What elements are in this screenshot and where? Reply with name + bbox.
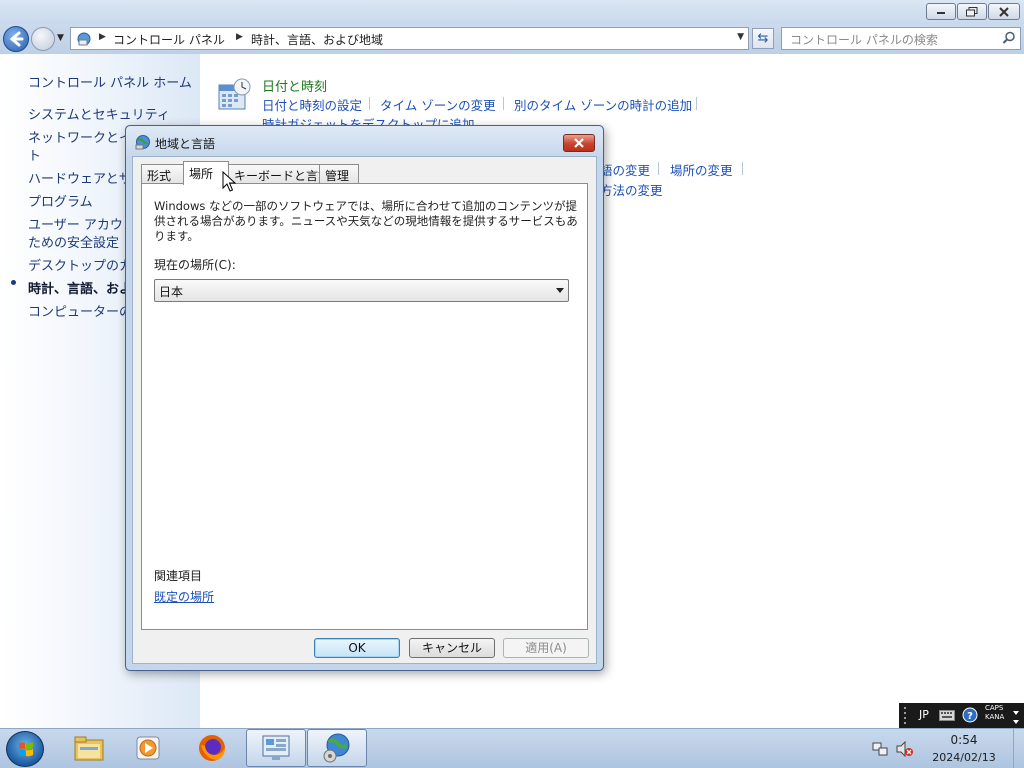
globe-icon bbox=[135, 135, 150, 150]
location-tab-panel: Windows などの一部のソフトウェアでは、場所に合わせて追加のコンテンツが提… bbox=[141, 183, 588, 630]
breadcrumb-control-panel[interactable]: コントロール パネル bbox=[113, 31, 225, 48]
address-dropdown-icon[interactable]: ▼ bbox=[737, 32, 744, 42]
refresh-icon: ⇆ bbox=[757, 31, 769, 46]
related-settings-header: 関連項目 bbox=[154, 569, 203, 583]
taskbar-region-language[interactable] bbox=[307, 729, 367, 767]
input-language-indicator[interactable]: JP bbox=[919, 708, 929, 721]
ime-status[interactable]: CAPS KANA bbox=[985, 704, 1004, 722]
apply-button: 適用(A) bbox=[503, 638, 589, 658]
taskbar-firefox[interactable] bbox=[182, 729, 242, 767]
refresh-button[interactable]: ⇆ bbox=[752, 28, 774, 49]
close-icon bbox=[574, 138, 584, 148]
cancel-button[interactable]: キャンセル bbox=[409, 638, 495, 658]
folder-icon bbox=[74, 736, 104, 761]
nav-network-internet[interactable]: ネットワークとイ bbox=[28, 127, 132, 146]
caps-indicator: CAPS bbox=[985, 704, 1004, 712]
ok-button[interactable]: OK bbox=[314, 638, 400, 658]
window-titlebar bbox=[0, 0, 1024, 24]
media-player-icon bbox=[136, 736, 160, 760]
breadcrumb-clock-language-region[interactable]: 時計、言語、および地域 bbox=[251, 31, 383, 48]
nav-control-panel-home[interactable]: コントロール パネル ホーム bbox=[28, 72, 192, 91]
back-button[interactable] bbox=[3, 26, 29, 52]
show-desktop-button[interactable] bbox=[1013, 729, 1024, 768]
category-date-time[interactable]: 日付と時刻 bbox=[262, 76, 327, 95]
restore-icon bbox=[966, 6, 978, 16]
window-close-button[interactable] bbox=[988, 3, 1020, 20]
restore-button[interactable] bbox=[957, 3, 987, 20]
link-separator bbox=[696, 97, 697, 110]
region-language-dialog: 地域と言語 形式 場所 キーボードと言語 管理 Windows などの一部のソフ… bbox=[125, 125, 604, 671]
search-icon[interactable] bbox=[1002, 31, 1016, 45]
default-location-link[interactable]: 既定の場所 bbox=[154, 588, 214, 605]
control-panel-icon bbox=[262, 735, 290, 760]
nav-user-accounts-cont[interactable]: ための安全設定 bbox=[28, 232, 119, 251]
dialog-client-area: 形式 場所 キーボードと言語 管理 Windows などの一部のソフトウェアでは… bbox=[132, 156, 597, 664]
close-icon bbox=[999, 6, 1009, 17]
nav-user-accounts[interactable]: ユーザー アカウン bbox=[28, 214, 136, 233]
nav-network-internet-cont[interactable]: ト bbox=[28, 145, 41, 164]
nav-hardware-sound[interactable]: ハードウェアとサ bbox=[28, 168, 132, 187]
mouse-pointer-icon bbox=[222, 171, 236, 192]
current-location-select[interactable]: 日本 bbox=[154, 279, 569, 302]
svg-text:?: ? bbox=[967, 711, 973, 722]
kana-indicator: KANA bbox=[985, 713, 1005, 721]
link-set-date-time[interactable]: 日付と時刻の設定 bbox=[262, 95, 362, 114]
network-icon[interactable] bbox=[872, 741, 888, 757]
nav-appearance[interactable]: デスクトップのカ bbox=[28, 255, 132, 274]
dropdown-arrow-icon bbox=[556, 288, 564, 293]
dialog-title: 地域と言語 bbox=[155, 137, 216, 151]
link-change-language[interactable]: 語の変更 bbox=[600, 160, 650, 179]
nav-ease-of-access[interactable]: コンピューターの bbox=[28, 301, 132, 320]
breadcrumb-separator-icon[interactable]: ▶ bbox=[236, 32, 243, 42]
forward-button[interactable] bbox=[31, 27, 55, 51]
tab-formats[interactable]: 形式 bbox=[141, 164, 184, 184]
minimize-button[interactable] bbox=[926, 3, 956, 20]
link-separator bbox=[503, 97, 504, 110]
current-location-value: 日本 bbox=[159, 285, 184, 299]
windows-logo-icon bbox=[19, 742, 33, 757]
start-button[interactable] bbox=[6, 731, 44, 767]
nav-system-security[interactable]: システムとセキュリティ bbox=[28, 104, 170, 123]
volume-muted-icon[interactable] bbox=[896, 741, 914, 757]
globe-icon bbox=[323, 733, 350, 763]
link-change-input-method[interactable]: 方法の変更 bbox=[600, 180, 663, 199]
nav-clock-language-region: 時計、言語、およ bbox=[28, 282, 133, 297]
tab-keyboards-languages[interactable]: キーボードと言語 bbox=[228, 164, 330, 184]
link-separator bbox=[369, 97, 370, 110]
tab-administrative[interactable]: 管理 bbox=[319, 164, 359, 184]
taskbar-explorer[interactable] bbox=[59, 729, 119, 767]
link-change-timezone[interactable]: タイム ゾーンの変更 bbox=[380, 95, 496, 114]
link-separator bbox=[658, 162, 659, 175]
dialog-titlebar[interactable]: 地域と言語 bbox=[126, 126, 603, 156]
search-input[interactable]: コントロール パネルの検索 bbox=[781, 27, 1021, 50]
language-bar[interactable]: JP ? CAPS KANA bbox=[899, 703, 1024, 728]
current-location-label: 現在の場所(C): bbox=[154, 258, 236, 272]
search-placeholder: コントロール パネルの検索 bbox=[790, 33, 938, 47]
clock-date[interactable]: 2024/02/13 bbox=[929, 751, 999, 764]
minimize-icon bbox=[937, 11, 945, 14]
control-panel-icon bbox=[77, 32, 91, 46]
nav-programs[interactable]: プログラム bbox=[28, 191, 93, 210]
dialog-close-button[interactable] bbox=[563, 134, 595, 152]
taskbar-control-panel[interactable] bbox=[246, 729, 306, 767]
taskbar-media-player[interactable] bbox=[119, 729, 179, 767]
link-change-location[interactable]: 場所の変更 bbox=[670, 160, 733, 179]
current-item-bullet bbox=[11, 280, 16, 285]
link-add-clocks[interactable]: 別のタイム ゾーンの時計の追加 bbox=[514, 95, 692, 114]
firefox-icon bbox=[199, 735, 225, 761]
address-bar[interactable]: ▶ コントロール パネル ▶ 時計、言語、および地域 ▼ bbox=[70, 27, 749, 50]
location-description: Windows などの一部のソフトウェアでは、場所に合わせて追加のコンテンツが提… bbox=[154, 199, 578, 243]
back-arrow-icon bbox=[9, 31, 24, 47]
link-separator bbox=[742, 162, 743, 175]
language-bar-grip-icon bbox=[904, 707, 906, 724]
breadcrumb-separator-icon[interactable]: ▶ bbox=[99, 32, 106, 42]
help-icon[interactable]: ? bbox=[962, 707, 978, 723]
date-time-icon[interactable] bbox=[218, 77, 252, 111]
history-dropdown-icon[interactable]: ▼ bbox=[57, 33, 64, 43]
keyboard-icon[interactable] bbox=[939, 710, 955, 722]
language-bar-options-icon[interactable] bbox=[1012, 706, 1020, 726]
clock-time[interactable]: 0:54 bbox=[938, 733, 990, 747]
